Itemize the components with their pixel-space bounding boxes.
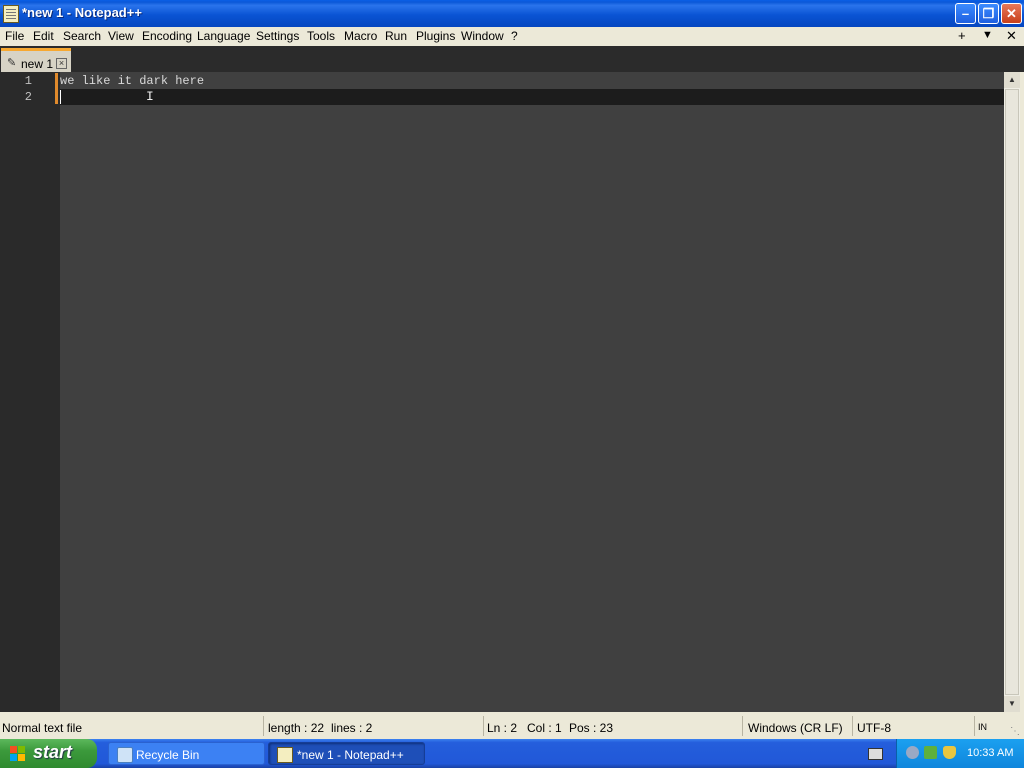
current-line-highlight <box>60 89 1004 105</box>
status-eol[interactable]: Windows (CR LF) <box>748 721 843 735</box>
vertical-scrollbar[interactable]: ▲ ▼ <box>1004 72 1020 712</box>
menu-edit[interactable]: Edit <box>33 29 54 43</box>
menu-settings[interactable]: Settings <box>256 29 299 43</box>
minimize-button[interactable]: – <box>955 3 976 24</box>
taskbar-item-recycle-bin[interactable]: Recycle Bin <box>108 742 265 765</box>
tab-bar: ✎ new 1 × <box>0 46 1024 72</box>
menu-tools[interactable]: Tools <box>307 29 335 43</box>
volume-icon[interactable] <box>906 746 919 759</box>
editor-line-1[interactable]: we like it dark here <box>60 74 204 88</box>
menu-window[interactable]: Window <box>461 29 504 43</box>
status-divider <box>483 716 484 736</box>
close-button[interactable]: ✕ <box>1001 3 1022 24</box>
menu-file[interactable]: File <box>5 29 24 43</box>
line-number: 2 <box>24 90 32 104</box>
tab-new-1[interactable]: ✎ new 1 × <box>1 48 71 72</box>
network-icon[interactable] <box>924 746 937 759</box>
taskbar: start Recycle Bin *new 1 - Notepad++ 10:… <box>0 739 1024 768</box>
taskbar-item-label: Recycle Bin <box>136 748 200 762</box>
menu-encoding[interactable]: Encoding <box>142 29 192 43</box>
taskbar-item-label: *new 1 - Notepad++ <box>297 748 404 762</box>
keyboard-icon[interactable] <box>868 748 883 760</box>
status-bar: Normal text file length : 22 lines : 2 L… <box>0 712 1024 739</box>
notepad-icon <box>277 747 293 763</box>
menu-search[interactable]: Search <box>63 29 101 43</box>
menu-language[interactable]: Language <box>197 29 250 43</box>
status-insert-mode: IN <box>978 722 987 732</box>
text-editor[interactable]: we like it dark here I <box>60 72 1004 712</box>
clock[interactable]: 10:33 AM <box>967 747 1013 759</box>
status-col: Col : 1 <box>527 721 562 735</box>
status-divider <box>263 716 264 736</box>
recycle-bin-icon <box>117 747 133 763</box>
scroll-up-arrow-icon[interactable]: ▲ <box>1004 72 1020 88</box>
start-label: start <box>33 742 73 762</box>
modified-pencil-icon: ✎ <box>7 57 17 69</box>
window-title: *new 1 - Notepad++ <box>22 5 142 20</box>
menu-run[interactable]: Run <box>385 29 407 43</box>
tab-list-dropdown-icon[interactable]: ▼ <box>982 29 993 41</box>
status-pos: Pos : 23 <box>569 721 614 735</box>
windows-logo-icon <box>10 746 26 762</box>
status-divider <box>852 716 853 736</box>
start-button[interactable]: start <box>0 739 97 768</box>
ibeam-cursor-icon: I <box>146 89 154 104</box>
status-ln: Ln : 2 <box>487 721 518 735</box>
status-length: length : 22 <box>268 721 325 735</box>
menu-help[interactable]: ? <box>511 29 518 43</box>
taskbar-item-notepad[interactable]: *new 1 - Notepad++ <box>268 742 425 765</box>
tab-label: new 1 <box>21 57 54 71</box>
tab-close-icon[interactable]: × <box>56 58 67 69</box>
scrollbar-thumb[interactable] <box>1005 89 1019 695</box>
window-border <box>1020 72 1024 712</box>
resize-grip-icon[interactable]: ⋱ <box>1010 726 1020 737</box>
change-history-marker <box>55 73 58 104</box>
notepad-app-icon[interactable] <box>3 5 19 23</box>
line-number-margin[interactable]: 1 2 <box>0 72 55 712</box>
text-caret <box>60 90 61 104</box>
status-divider <box>742 716 743 736</box>
status-lines: lines : 2 <box>331 721 373 735</box>
menu-plugins[interactable]: Plugins <box>416 29 455 43</box>
status-file-type: Normal text file <box>2 721 83 735</box>
line-number: 1 <box>24 74 32 88</box>
title-bar[interactable]: *new 1 - Notepad++ – ❐ ✕ <box>0 0 1024 27</box>
scroll-down-arrow-icon[interactable]: ▼ <box>1004 696 1020 712</box>
menu-macro[interactable]: Macro <box>344 29 377 43</box>
status-divider <box>974 716 975 736</box>
security-shield-icon[interactable] <box>943 746 956 759</box>
menu-bar: File Edit Search View Encoding Language … <box>0 27 1024 46</box>
maximize-button[interactable]: ❐ <box>978 3 999 24</box>
menu-view[interactable]: View <box>108 29 134 43</box>
system-tray: 10:33 AM <box>896 739 1024 768</box>
status-encoding[interactable]: UTF-8 <box>857 721 891 735</box>
new-tab-plus-icon[interactable]: + <box>958 28 966 43</box>
close-document-icon[interactable]: ✕ <box>1006 28 1017 44</box>
